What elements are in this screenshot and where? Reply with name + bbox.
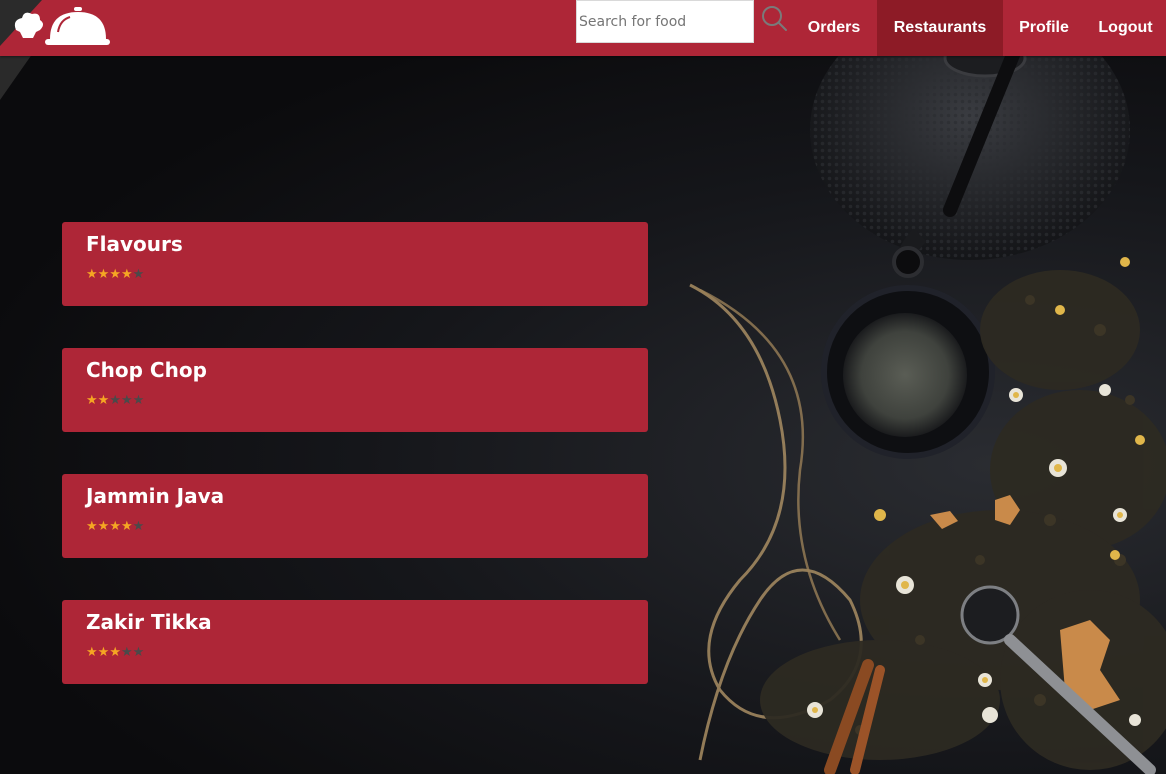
restaurant-name: Jammin Java bbox=[86, 484, 225, 508]
nav-profile[interactable]: Profile bbox=[1003, 0, 1085, 56]
star-filled-icon: ★ bbox=[120, 267, 133, 282]
star-filled-icon: ★ bbox=[86, 519, 98, 534]
nav-logout[interactable]: Logout bbox=[1085, 0, 1166, 56]
top-navbar: Orders Restaurants Profile Logout bbox=[0, 0, 1166, 56]
star-filled-icon: ★ bbox=[109, 267, 121, 282]
nav-restaurants[interactable]: Restaurants bbox=[877, 0, 1003, 56]
star-empty-icon: ★ bbox=[132, 267, 145, 282]
star-filled-icon: ★ bbox=[97, 393, 110, 408]
star-filled-icon: ★ bbox=[97, 645, 110, 660]
restaurant-name: Zakir Tikka bbox=[86, 610, 212, 634]
star-rating: ★★★★★ bbox=[86, 267, 144, 283]
star-empty-icon: ★ bbox=[132, 519, 145, 534]
star-empty-icon: ★ bbox=[120, 645, 133, 660]
restaurant-card[interactable]: Chop Chop ★★★★★ bbox=[62, 348, 648, 432]
restaurant-card[interactable]: Flavours ★★★★★ bbox=[62, 222, 648, 306]
star-filled-icon: ★ bbox=[97, 519, 110, 534]
restaurant-card[interactable]: Jammin Java ★★★★★ bbox=[62, 474, 648, 558]
star-filled-icon: ★ bbox=[97, 267, 110, 282]
star-filled-icon: ★ bbox=[120, 519, 133, 534]
cloche-logo-icon[interactable] bbox=[0, 0, 120, 56]
nav-orders[interactable]: Orders bbox=[792, 0, 876, 56]
search-icon bbox=[762, 6, 787, 31]
star-empty-icon: ★ bbox=[132, 393, 145, 408]
restaurants-page: Orders Restaurants Profile Logout Flavou… bbox=[0, 0, 1166, 774]
star-filled-icon: ★ bbox=[109, 519, 121, 534]
star-empty-icon: ★ bbox=[132, 645, 145, 660]
search-input[interactable] bbox=[576, 0, 754, 43]
star-filled-icon: ★ bbox=[86, 645, 98, 660]
star-filled-icon: ★ bbox=[86, 393, 98, 408]
star-rating: ★★★★★ bbox=[86, 645, 144, 661]
star-filled-icon: ★ bbox=[86, 267, 98, 282]
star-filled-icon: ★ bbox=[109, 645, 121, 660]
star-rating: ★★★★★ bbox=[86, 519, 144, 535]
restaurant-name: Chop Chop bbox=[86, 358, 207, 382]
restaurant-name: Flavours bbox=[86, 232, 183, 256]
star-rating: ★★★★★ bbox=[86, 393, 144, 409]
star-empty-icon: ★ bbox=[109, 393, 121, 408]
restaurant-card[interactable]: Zakir Tikka ★★★★★ bbox=[62, 600, 648, 684]
search-button[interactable] bbox=[760, 4, 790, 34]
star-empty-icon: ★ bbox=[120, 393, 133, 408]
